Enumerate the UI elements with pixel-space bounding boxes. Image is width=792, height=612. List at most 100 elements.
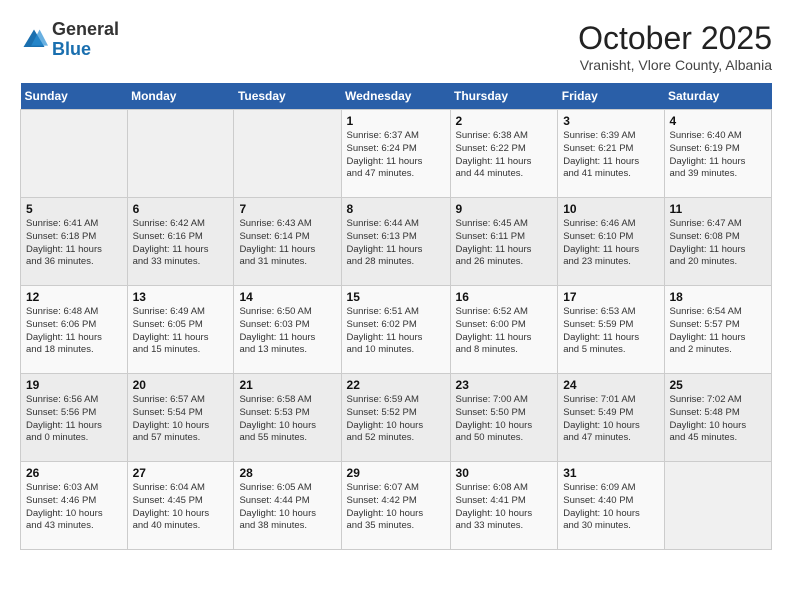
calendar-cell: 23 Sunrise: 7:00 AM Sunset: 5:50 PM Dayli… bbox=[450, 374, 558, 462]
calendar-cell: 20 Sunrise: 6:57 AM Sunset: 5:54 PM Dayli… bbox=[127, 374, 234, 462]
logo-icon bbox=[20, 26, 48, 54]
day-number: 17 bbox=[563, 290, 658, 304]
day-header-saturday: Saturday bbox=[664, 83, 772, 110]
calendar-cell: 6 Sunrise: 6:42 AM Sunset: 6:16 PM Daylig… bbox=[127, 198, 234, 286]
calendar-cell: 8Sunrise: 6:44 AM Sunset: 6:13 PM Daylig… bbox=[341, 198, 450, 286]
day-number: 20 bbox=[133, 378, 229, 392]
day-number: 18 bbox=[670, 290, 767, 304]
calendar-cell: 26 Sunrise: 6:03 AM Sunset: 4:46 PM Dayli… bbox=[21, 462, 128, 550]
day-info: Sunrise: 6:59 AM Sunset: 5:52 PM Dayligh… bbox=[347, 394, 445, 445]
day-number: 3 bbox=[563, 114, 658, 128]
day-info: Sunrise: 6:50 AM Sunset: 6:03 PM Dayligh… bbox=[239, 306, 335, 357]
calendar-cell: 15 Sunrise: 6:51 AM Sunset: 6:02 PM Dayli… bbox=[341, 286, 450, 374]
day-info: Sunrise: 6:09 AM Sunset: 4:40 PM Dayligh… bbox=[563, 482, 658, 533]
calendar-cell: 14 Sunrise: 6:50 AM Sunset: 6:03 PM Dayli… bbox=[234, 286, 341, 374]
day-number: 1 bbox=[347, 114, 445, 128]
calendar-header-row: SundayMondayTuesdayWednesdayThursdayFrid… bbox=[21, 83, 772, 110]
calendar-week-row: 19Sunrise: 6:56 AM Sunset: 5:56 PM Dayli… bbox=[21, 374, 772, 462]
calendar-cell: 5Sunrise: 6:41 AM Sunset: 6:18 PM Daylig… bbox=[21, 198, 128, 286]
day-header-tuesday: Tuesday bbox=[234, 83, 341, 110]
day-number: 27 bbox=[133, 466, 229, 480]
day-info: Sunrise: 7:00 AM Sunset: 5:50 PM Dayligh… bbox=[456, 394, 553, 445]
calendar-cell: 29Sunrise: 6:07 AM Sunset: 4:42 PM Dayli… bbox=[341, 462, 450, 550]
day-number: 29 bbox=[347, 466, 445, 480]
day-number: 26 bbox=[26, 466, 122, 480]
day-number: 24 bbox=[563, 378, 658, 392]
calendar-cell: 16Sunrise: 6:52 AM Sunset: 6:00 PM Dayli… bbox=[450, 286, 558, 374]
day-info: Sunrise: 6:51 AM Sunset: 6:02 PM Dayligh… bbox=[347, 306, 445, 357]
calendar-cell: 22 Sunrise: 6:59 AM Sunset: 5:52 PM Dayli… bbox=[341, 374, 450, 462]
day-info: Sunrise: 6:46 AM Sunset: 6:10 PM Dayligh… bbox=[563, 218, 658, 269]
day-info: Sunrise: 7:02 AM Sunset: 5:48 PM Dayligh… bbox=[670, 394, 767, 445]
page-header: General Blue October 2025 Vranisht, Vlor… bbox=[20, 20, 772, 73]
day-number: 23 bbox=[456, 378, 553, 392]
day-info: Sunrise: 6:08 AM Sunset: 4:41 PM Dayligh… bbox=[456, 482, 553, 533]
calendar-cell: 7 Sunrise: 6:43 AM Sunset: 6:14 PM Daylig… bbox=[234, 198, 341, 286]
calendar-table: SundayMondayTuesdayWednesdayThursdayFrid… bbox=[20, 83, 772, 550]
day-info: Sunrise: 6:43 AM Sunset: 6:14 PM Dayligh… bbox=[239, 218, 335, 269]
calendar-cell: 2 Sunrise: 6:38 AM Sunset: 6:22 PM Daylig… bbox=[450, 110, 558, 198]
day-number: 21 bbox=[239, 378, 335, 392]
calendar-cell bbox=[127, 110, 234, 198]
day-header-monday: Monday bbox=[127, 83, 234, 110]
day-info: Sunrise: 6:05 AM Sunset: 4:44 PM Dayligh… bbox=[239, 482, 335, 533]
day-number: 2 bbox=[456, 114, 553, 128]
day-header-sunday: Sunday bbox=[21, 83, 128, 110]
title-block: October 2025 Vranisht, Vlore County, Alb… bbox=[578, 20, 772, 73]
calendar-cell: 12Sunrise: 6:48 AM Sunset: 6:06 PM Dayli… bbox=[21, 286, 128, 374]
day-info: Sunrise: 7:01 AM Sunset: 5:49 PM Dayligh… bbox=[563, 394, 658, 445]
calendar-cell: 18 Sunrise: 6:54 AM Sunset: 5:57 PM Dayli… bbox=[664, 286, 772, 374]
day-number: 9 bbox=[456, 202, 553, 216]
day-info: Sunrise: 6:42 AM Sunset: 6:16 PM Dayligh… bbox=[133, 218, 229, 269]
day-number: 30 bbox=[456, 466, 553, 480]
logo: General Blue bbox=[20, 20, 119, 60]
calendar-week-row: 12Sunrise: 6:48 AM Sunset: 6:06 PM Dayli… bbox=[21, 286, 772, 374]
day-info: Sunrise: 6:47 AM Sunset: 6:08 PM Dayligh… bbox=[670, 218, 767, 269]
calendar-cell: 10 Sunrise: 6:46 AM Sunset: 6:10 PM Dayli… bbox=[558, 198, 664, 286]
calendar-cell: 17Sunrise: 6:53 AM Sunset: 5:59 PM Dayli… bbox=[558, 286, 664, 374]
day-info: Sunrise: 6:58 AM Sunset: 5:53 PM Dayligh… bbox=[239, 394, 335, 445]
day-number: 28 bbox=[239, 466, 335, 480]
day-number: 12 bbox=[26, 290, 122, 304]
calendar-cell: 3 Sunrise: 6:39 AM Sunset: 6:21 PM Daylig… bbox=[558, 110, 664, 198]
logo-blue: Blue bbox=[52, 40, 119, 60]
location-subtitle: Vranisht, Vlore County, Albania bbox=[578, 57, 772, 73]
day-info: Sunrise: 6:44 AM Sunset: 6:13 PM Dayligh… bbox=[347, 218, 445, 269]
day-number: 31 bbox=[563, 466, 658, 480]
calendar-cell: 13Sunrise: 6:49 AM Sunset: 6:05 PM Dayli… bbox=[127, 286, 234, 374]
day-number: 10 bbox=[563, 202, 658, 216]
day-header-friday: Friday bbox=[558, 83, 664, 110]
day-info: Sunrise: 6:49 AM Sunset: 6:05 PM Dayligh… bbox=[133, 306, 229, 357]
calendar-cell: 19Sunrise: 6:56 AM Sunset: 5:56 PM Dayli… bbox=[21, 374, 128, 462]
calendar-cell: 31 Sunrise: 6:09 AM Sunset: 4:40 PM Dayli… bbox=[558, 462, 664, 550]
calendar-cell bbox=[234, 110, 341, 198]
calendar-cell: 30 Sunrise: 6:08 AM Sunset: 4:41 PM Dayli… bbox=[450, 462, 558, 550]
day-number: 22 bbox=[347, 378, 445, 392]
day-info: Sunrise: 6:57 AM Sunset: 5:54 PM Dayligh… bbox=[133, 394, 229, 445]
day-info: Sunrise: 6:38 AM Sunset: 6:22 PM Dayligh… bbox=[456, 130, 553, 181]
day-header-thursday: Thursday bbox=[450, 83, 558, 110]
calendar-cell: 21 Sunrise: 6:58 AM Sunset: 5:53 PM Dayli… bbox=[234, 374, 341, 462]
day-number: 15 bbox=[347, 290, 445, 304]
day-number: 7 bbox=[239, 202, 335, 216]
day-number: 11 bbox=[670, 202, 767, 216]
calendar-cell: 9 Sunrise: 6:45 AM Sunset: 6:11 PM Daylig… bbox=[450, 198, 558, 286]
day-number: 6 bbox=[133, 202, 229, 216]
day-info: Sunrise: 6:04 AM Sunset: 4:45 PM Dayligh… bbox=[133, 482, 229, 533]
calendar-week-row: 1 Sunrise: 6:37 AM Sunset: 6:24 PM Daylig… bbox=[21, 110, 772, 198]
day-number: 14 bbox=[239, 290, 335, 304]
calendar-cell: 27 Sunrise: 6:04 AM Sunset: 4:45 PM Dayli… bbox=[127, 462, 234, 550]
calendar-cell: 11 Sunrise: 6:47 AM Sunset: 6:08 PM Dayli… bbox=[664, 198, 772, 286]
logo-general: General bbox=[52, 20, 119, 40]
day-info: Sunrise: 6:03 AM Sunset: 4:46 PM Dayligh… bbox=[26, 482, 122, 533]
calendar-week-row: 5Sunrise: 6:41 AM Sunset: 6:18 PM Daylig… bbox=[21, 198, 772, 286]
day-info: Sunrise: 6:54 AM Sunset: 5:57 PM Dayligh… bbox=[670, 306, 767, 357]
month-title: October 2025 bbox=[578, 20, 772, 57]
day-info: Sunrise: 6:45 AM Sunset: 6:11 PM Dayligh… bbox=[456, 218, 553, 269]
day-info: Sunrise: 6:39 AM Sunset: 6:21 PM Dayligh… bbox=[563, 130, 658, 181]
day-info: Sunrise: 6:37 AM Sunset: 6:24 PM Dayligh… bbox=[347, 130, 445, 181]
calendar-cell: 4Sunrise: 6:40 AM Sunset: 6:19 PM Daylig… bbox=[664, 110, 772, 198]
day-number: 5 bbox=[26, 202, 122, 216]
day-number: 16 bbox=[456, 290, 553, 304]
calendar-cell: 28 Sunrise: 6:05 AM Sunset: 4:44 PM Dayli… bbox=[234, 462, 341, 550]
